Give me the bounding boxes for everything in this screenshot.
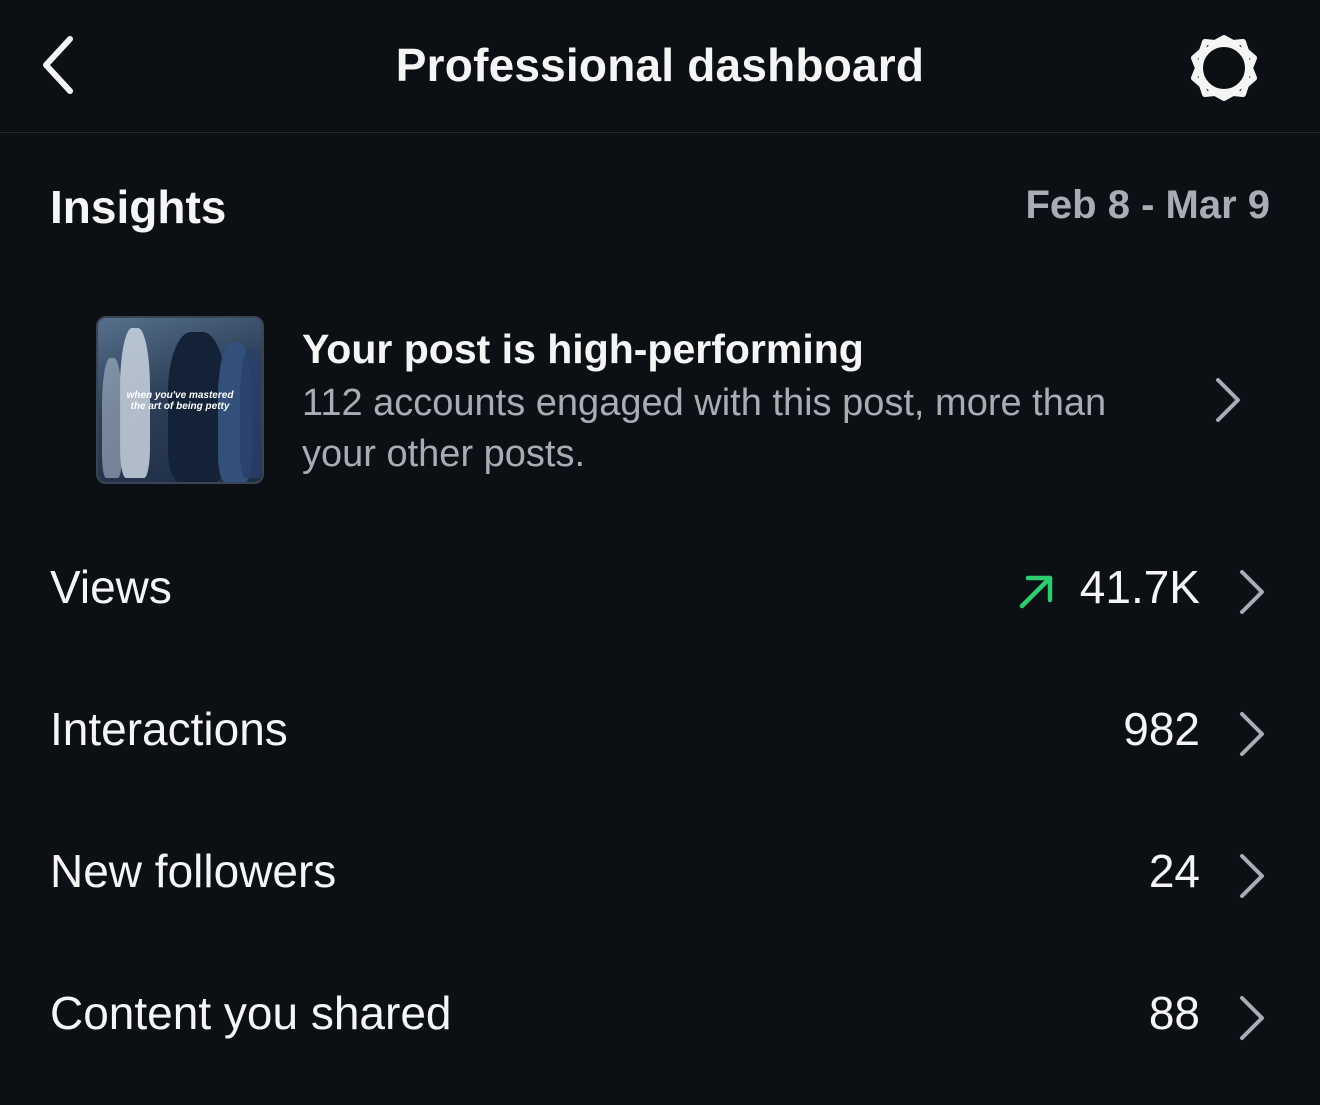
metric-row-new-followers[interactable]: New followers 24 <box>0 816 1320 936</box>
insights-title: Insights <box>50 181 227 233</box>
metric-value: 41.7K <box>1079 561 1200 613</box>
chevron-right-icon <box>1240 570 1264 614</box>
metric-row-content-you-shared[interactable]: Content you shared 88 <box>0 958 1320 1078</box>
high-performing-post-card[interactable]: when you've mastered the art of being pe… <box>0 300 1320 500</box>
metric-value: 24 <box>1148 845 1200 897</box>
metric-label: Interactions <box>50 703 288 755</box>
page-title: Professional dashboard <box>395 39 925 91</box>
settings-button[interactable] <box>1184 28 1264 108</box>
metric-value: 88 <box>1148 987 1200 1039</box>
chevron-right-icon <box>1240 996 1264 1040</box>
highlight-description: 112 accounts engaged with this post, mor… <box>302 382 1107 475</box>
metric-row-interactions[interactable]: Interactions 982 <box>0 674 1320 794</box>
chevron-right-icon <box>1216 378 1240 422</box>
metric-label: Content you shared <box>50 987 452 1039</box>
chevron-right-icon <box>1240 712 1264 756</box>
trend-up-arrow-icon <box>1019 575 1053 609</box>
metric-row-views[interactable]: Views 41.7K <box>0 532 1320 652</box>
chevron-right-icon <box>1240 854 1264 898</box>
gear-icon <box>1191 35 1257 101</box>
metric-value: 982 <box>1123 703 1200 755</box>
post-thumbnail: when you've mastered the art of being pe… <box>96 316 264 484</box>
top-bar: Professional dashboard <box>0 0 1320 133</box>
highlight-title: Your post is high-performing <box>302 326 864 372</box>
thumbnail-caption: when you've mastered the art of being pe… <box>126 390 234 412</box>
metric-label: New followers <box>50 845 337 897</box>
date-range[interactable]: Feb 8 - Mar 9 <box>1025 183 1270 228</box>
metric-label: Views <box>50 561 172 613</box>
